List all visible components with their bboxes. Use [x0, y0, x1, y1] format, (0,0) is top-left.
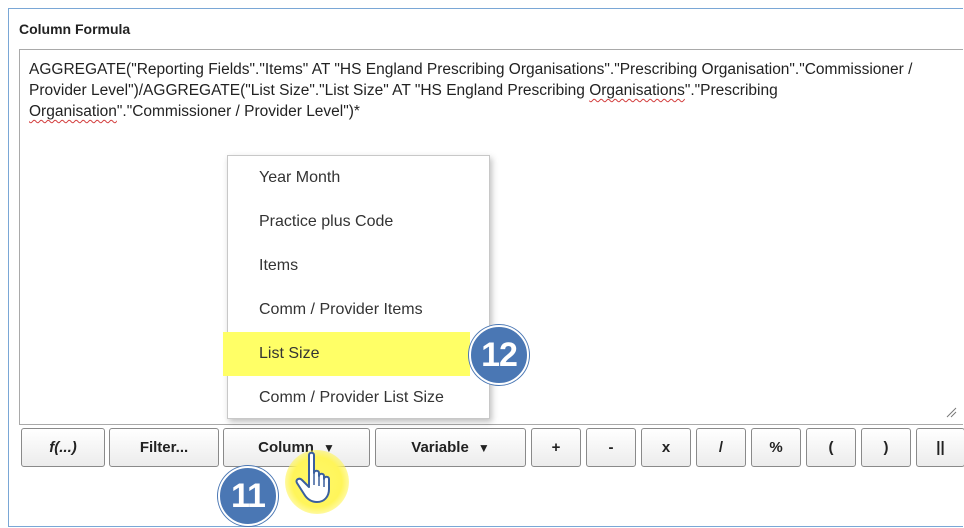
formula-text: AGGREGATE("Reporting Fields"."Items" AT … [29, 59, 949, 122]
plus-button[interactable]: + [531, 428, 581, 467]
minus-button[interactable]: - [586, 428, 636, 467]
step-badge-12: 12 [469, 325, 529, 385]
menu-item-label: Practice plus Code [259, 213, 394, 230]
divide-button-label: / [718, 439, 724, 456]
step-badge-11: 11 [218, 466, 278, 526]
percent-button-label: % [769, 439, 783, 456]
menu-item-comm-provider-list-size[interactable]: Comm / Provider List Size [228, 376, 489, 420]
close-paren-button-label: ) [883, 439, 889, 456]
column-dropdown-menu: Year Month Practice plus Code Items Comm… [223, 155, 490, 420]
menu-item-label: List Size [259, 345, 320, 362]
filter-button-label: Filter... [139, 439, 189, 456]
formula-text-part: AGGREGATE("Reporting Fields"."Items" AT … [29, 61, 913, 99]
variable-button-label: Variable [411, 439, 469, 456]
filter-button[interactable]: Filter... [109, 428, 219, 467]
chevron-down-icon: ▼ [477, 440, 490, 455]
percent-button[interactable]: % [751, 428, 801, 467]
resize-grip-icon[interactable] [945, 406, 957, 418]
menu-item-practice-plus-code[interactable]: Practice plus Code [228, 200, 489, 244]
formula-text-part: "."Commissioner / Provider Level")* [116, 103, 360, 120]
formula-text-part: "."Prescribing [684, 82, 778, 99]
function-button-label: f(...) [49, 439, 77, 456]
menu-item-comm-provider-items[interactable]: Comm / Provider Items [228, 288, 489, 332]
open-paren-button-label: ( [828, 439, 834, 456]
menu-item-label: Items [259, 257, 299, 274]
menu-item-label: Year Month [259, 169, 341, 186]
concat-button[interactable]: || [916, 428, 964, 467]
panel-title: Column Formula [19, 21, 131, 37]
menu-item-year-month[interactable]: Year Month [228, 156, 489, 200]
spellcheck-word: Organisation [29, 103, 117, 120]
formula-toolbar: f(...) Filter... Column ▼ Variable ▼ + -… [21, 428, 964, 468]
minus-button-label: - [608, 439, 614, 456]
menu-item-items[interactable]: Items [228, 244, 489, 288]
multiply-button-label: x [661, 439, 671, 456]
spellcheck-word: Organisations [589, 82, 685, 99]
concat-button-label: || [936, 439, 945, 456]
multiply-button[interactable]: x [641, 428, 691, 467]
hand-pointer-icon [295, 451, 330, 503]
plus-button-label: + [551, 439, 561, 456]
open-paren-button[interactable]: ( [806, 428, 856, 467]
variable-button[interactable]: Variable ▼ [375, 428, 526, 467]
menu-item-list-size[interactable]: List Size [223, 332, 470, 376]
menu-item-label: Comm / Provider List Size [259, 389, 444, 406]
function-button[interactable]: f(...) [21, 428, 105, 467]
menu-item-label: Comm / Provider Items [259, 301, 423, 318]
close-paren-button[interactable]: ) [861, 428, 911, 467]
divide-button[interactable]: / [696, 428, 746, 467]
